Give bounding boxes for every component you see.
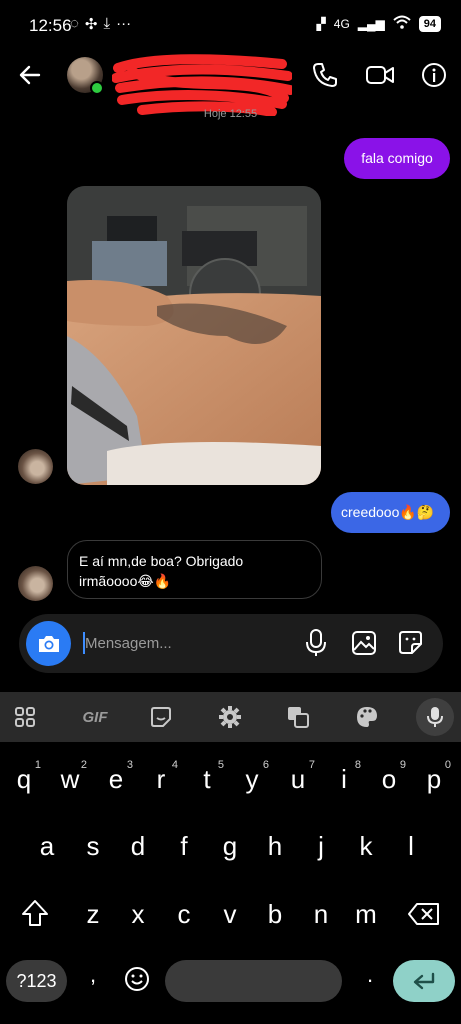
status-time: 12:56 [29,16,72,35]
whatsapp-icon: ◌ [70,15,79,32]
voice-input-button[interactable] [416,698,454,736]
backspace-icon[interactable] [407,902,441,926]
key-f[interactable]: f [164,821,204,871]
received-photo[interactable] [67,186,321,485]
key-m[interactable]: m [346,889,386,939]
chat-header [0,48,461,116]
video-call-icon[interactable] [365,63,395,87]
back-arrow-icon[interactable] [18,62,42,88]
space-bar[interactable] [165,960,342,1002]
message-input[interactable] [85,629,285,657]
sticker-icon[interactable] [397,629,424,656]
keyboard: q1 w2 e3 r4 t5 y6 u7 i8 o9 p0 a s d f g … [0,742,461,1024]
sticker-icon[interactable] [148,704,174,730]
gallery-icon[interactable] [351,630,377,656]
network-type: 4G [333,16,350,31]
key-b[interactable]: b [255,889,295,939]
key-a[interactable]: a [27,821,67,871]
key-e[interactable]: e3 [96,754,136,804]
battery-icon: 94 [418,15,441,32]
incoming-message[interactable]: E aí mn,de boa? Obrigado irmãoooo😂🔥 [67,540,322,599]
palette-icon[interactable] [354,704,380,730]
key-g[interactable]: g [210,821,250,871]
camera-button[interactable] [26,621,71,666]
outgoing-message[interactable]: creedooo🔥🤔 [331,492,450,533]
download-icon: ⤓ [103,15,111,32]
no-signal-icon: ▞ [316,16,326,31]
key-j[interactable]: j [301,821,341,871]
keyboard-toolbar: GIF [0,692,461,742]
comma-key[interactable]: , [78,962,108,988]
key-z[interactable]: z [73,889,113,939]
wifi-icon [393,15,411,32]
sender-avatar[interactable] [18,566,53,601]
redaction-scribble [112,54,292,116]
message-composer [19,614,443,673]
key-x[interactable]: x [118,889,158,939]
signal-icon: ▂▄▆ [357,16,385,31]
key-k[interactable]: k [346,821,386,871]
key-w[interactable]: w2 [50,754,90,804]
status-bar: 12:56 ◌ ✣ ⤓ ··· ▞ 4G ▂▄▆ 94 [0,0,461,48]
phone-call-icon[interactable] [312,62,338,88]
key-s[interactable]: s [73,821,113,871]
symbols-key[interactable]: ?123 [6,960,67,1002]
enter-key[interactable] [393,960,455,1002]
notification-icons: ◌ ✣ ⤓ ··· [70,15,131,33]
key-d[interactable]: d [118,821,158,871]
key-c[interactable]: c [164,889,204,939]
key-l[interactable]: l [391,821,431,871]
day-separator: Hoje 12:55 [203,108,258,120]
emoji-icon[interactable] [124,966,150,992]
key-r[interactable]: r4 [141,754,181,804]
key-h[interactable]: h [255,821,295,871]
settings-gear-icon[interactable] [217,704,243,730]
message-line: irmãoooo😂🔥 [79,573,172,589]
camera-icon [38,635,59,652]
online-indicator [90,81,104,95]
translate-icon[interactable] [285,704,311,730]
key-q[interactable]: q1 [4,754,44,804]
system-icons: ▞ 4G ▂▄▆ 94 [317,15,441,32]
message-line: E aí mn,de boa? Obrigado [79,553,244,569]
pinwheel-icon: ✣ [84,16,98,33]
apps-grid-icon[interactable] [12,704,38,730]
info-icon[interactable] [421,62,447,88]
more-notifications-icon: ··· [116,15,132,32]
key-n[interactable]: n [301,889,341,939]
sender-avatar[interactable] [18,449,53,484]
shift-icon[interactable] [20,898,50,928]
period-key[interactable]: . [355,962,385,988]
microphone-icon[interactable] [305,628,327,658]
key-t[interactable]: t5 [187,754,227,804]
key-o[interactable]: o9 [369,754,409,804]
key-u[interactable]: u7 [278,754,318,804]
enter-arrow-icon [413,972,435,990]
key-y[interactable]: y6 [232,754,272,804]
microphone-icon [427,707,443,727]
key-p[interactable]: p0 [414,754,454,804]
outgoing-message[interactable]: fala comigo [344,138,450,179]
key-i[interactable]: i8 [324,754,364,804]
key-v[interactable]: v [210,889,250,939]
gif-icon[interactable]: GIF [78,704,112,730]
